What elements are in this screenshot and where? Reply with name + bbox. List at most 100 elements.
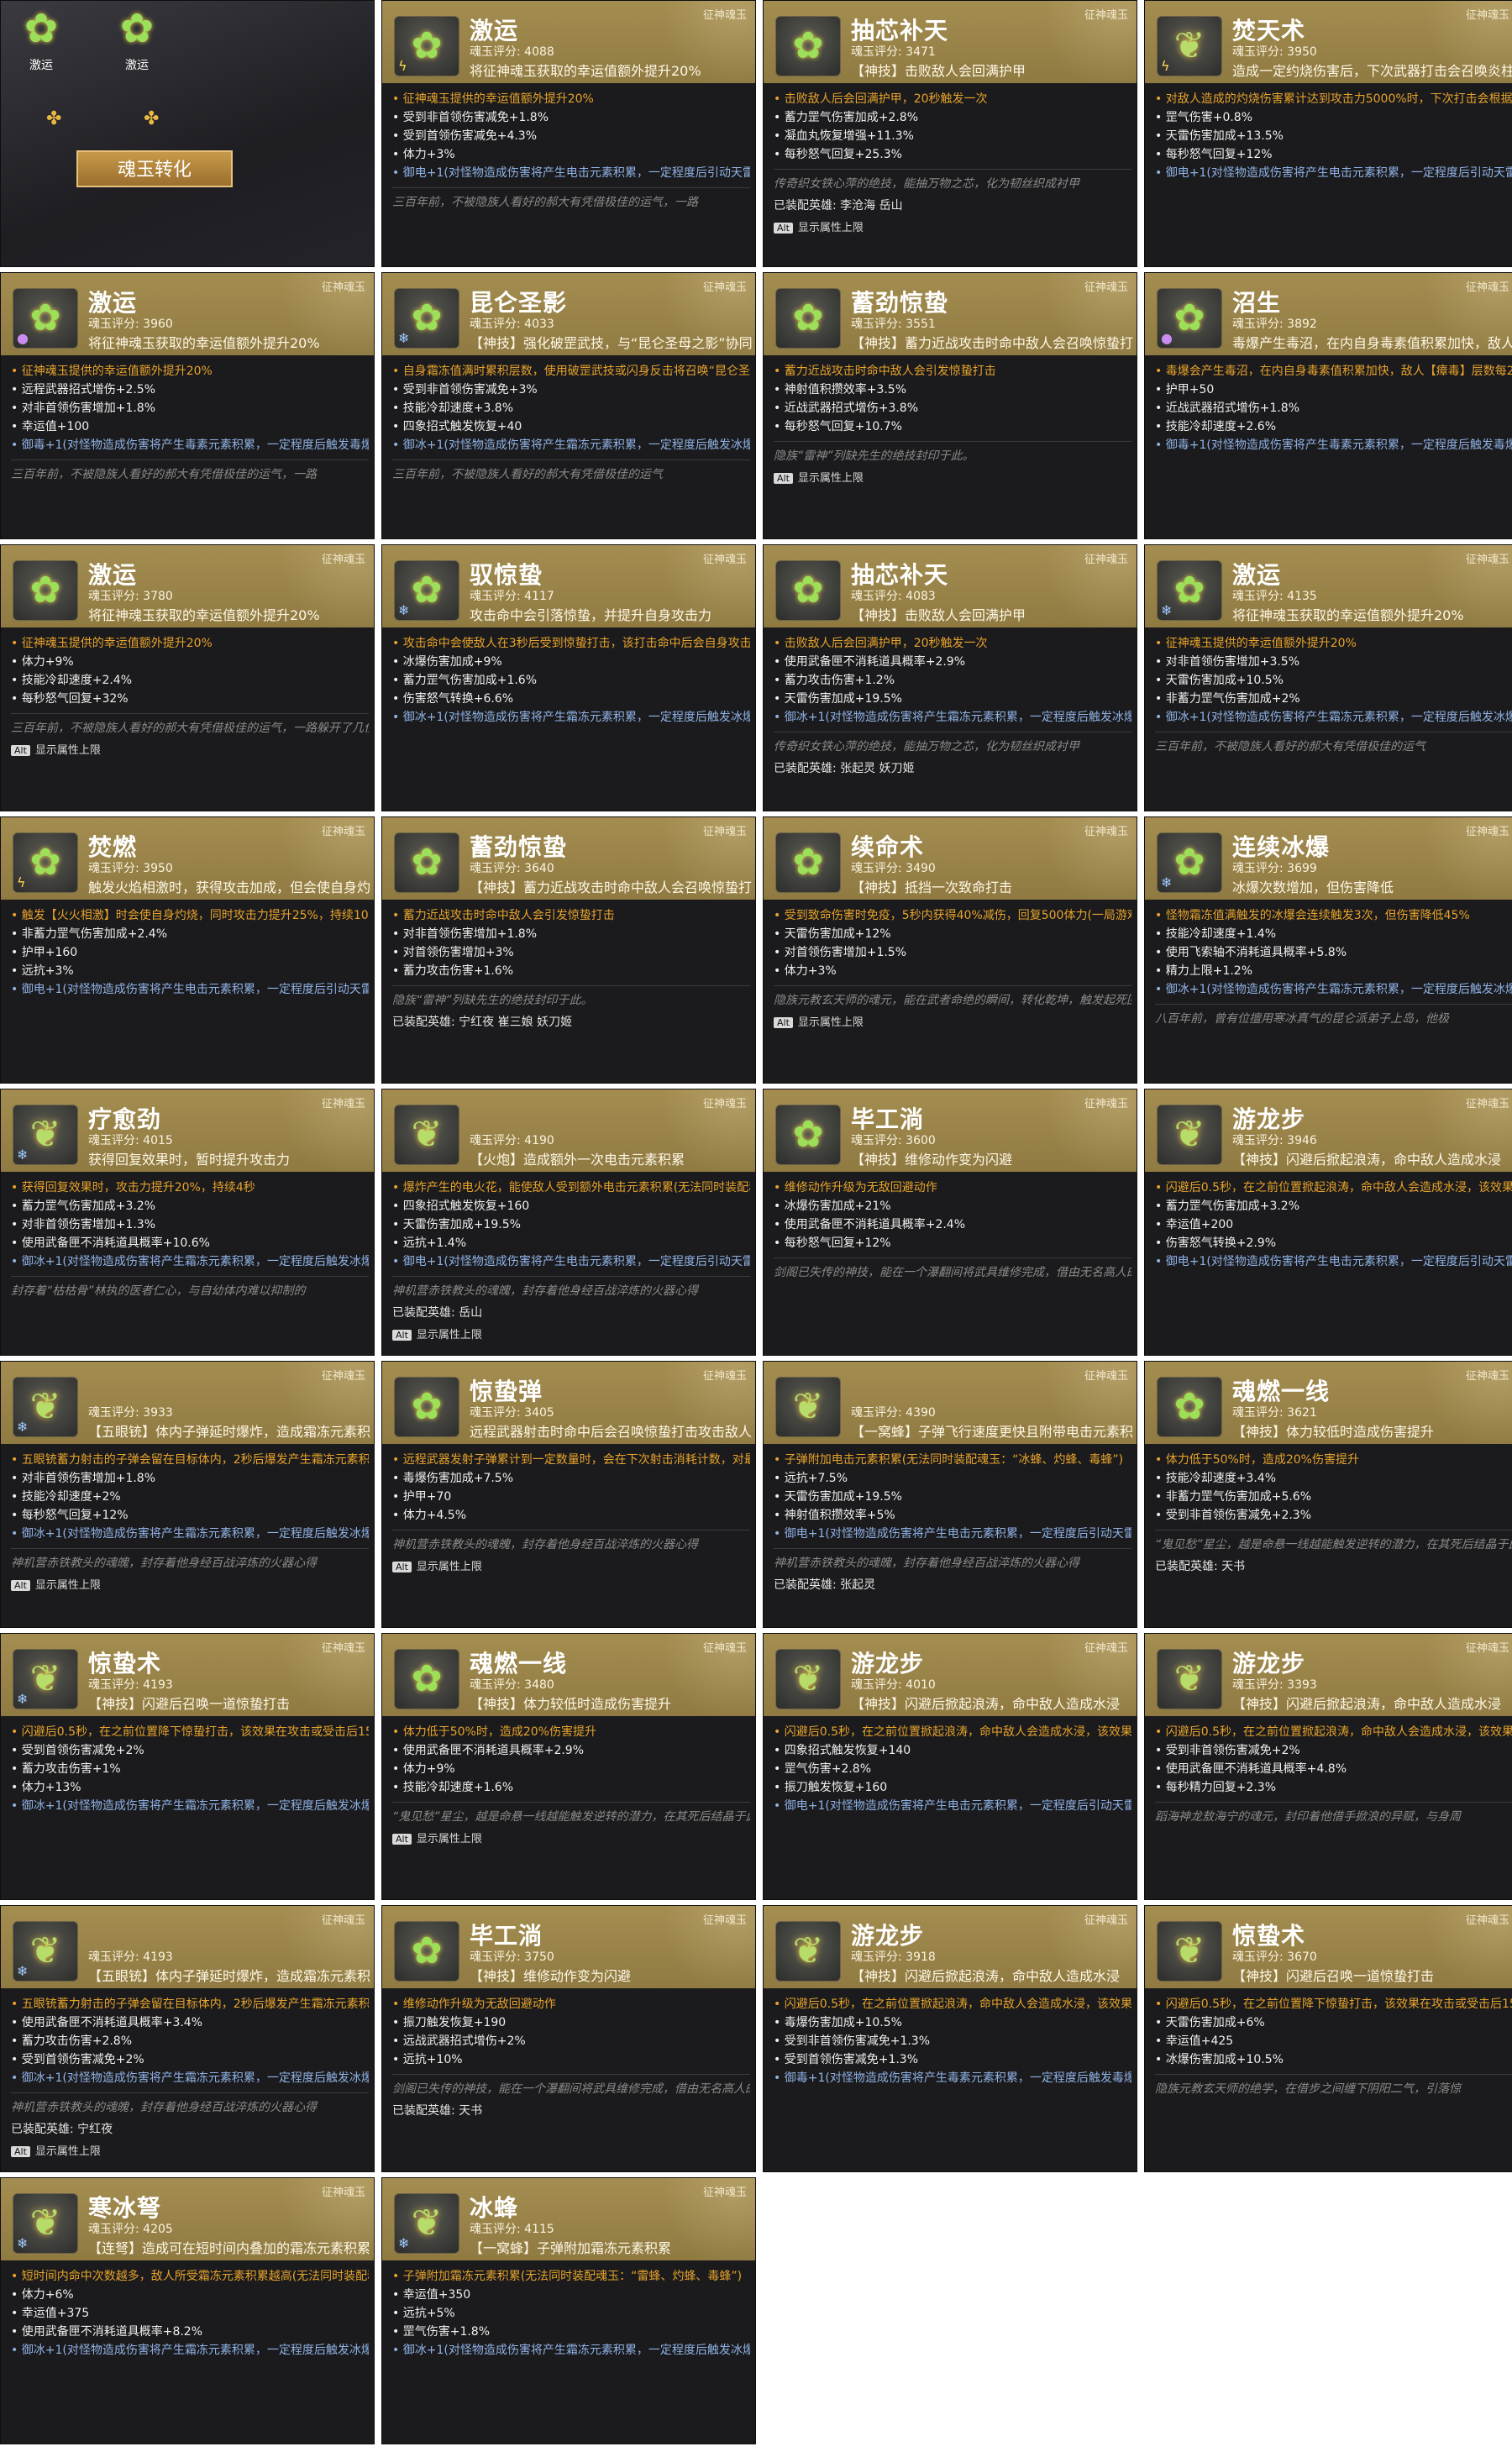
card-type-tag: 征神魂玉 xyxy=(321,1642,365,1655)
lore-text: 传奇织女铁心萍的绝技，能抽万物之芯，化为韧丝织成衬甲 xyxy=(774,732,1131,756)
stat-line: 对非首领伤害增加+1.8% xyxy=(11,399,369,417)
card-title: 抽芯补天 xyxy=(851,561,949,589)
stat-line: 对首领伤害增加+1.5% xyxy=(774,943,1131,962)
show-attribute-limit-hint[interactable]: Alt 显示属性上限 xyxy=(774,1013,1131,1029)
effect-line: 自身霜冻值满时累积层数，使用破罡武技或闪身反击将召唤“昆仑圣母之影”协同攻击并消… xyxy=(392,362,750,381)
soul-jade-card[interactable]: 征神魂玉 ❦❄ 惊蛰术魂玉评分: 4193 【神技】闪避后召唤一道惊蛰打击闪避后0.5… xyxy=(0,1633,375,1900)
card-skill-summary: 【连弩】造成可在短时间内叠加的霜冻元素积累 xyxy=(88,2240,370,2256)
card-score: 魂玉评分: 3640 xyxy=(470,862,554,875)
soul-jade-card[interactable]: 征神魂玉 ❦❄ 疗愈劲魂玉评分: 4015 获得回复效果时，暂时提升攻击力获得回复效果… xyxy=(0,1089,375,1356)
soul-jade-card[interactable]: 征神魂玉✿●激运魂玉评分: 3960将征神魂玉获取的幸运值额外提升20%征神魂玉… xyxy=(0,272,375,539)
stat-line: 远抗+10% xyxy=(392,2050,750,2069)
soul-jade-card[interactable]: 征神魂玉 ✿ 蓄劲惊蛰 魂玉评分: 3551 【神技】蓄力近战攻击时命中敌人会召唤惊蛰打… xyxy=(763,272,1137,539)
lore-text: 隐族“雷神”列缺先生的绝技封印于此。 xyxy=(774,441,1131,465)
card-score: 魂玉评分: 3960 xyxy=(88,318,173,331)
effect-line: 击败敌人后会回满护甲，20秒触发一次 xyxy=(774,90,1131,108)
soul-jade-icon-frame: ❦ ❄ xyxy=(13,2193,78,2254)
soul-jade-icon: ✿ xyxy=(29,841,61,884)
soul-jade-card[interactable]: 征神魂玉 ✿ 蓄劲惊蛰 魂玉评分: 3640 【神技】蓄力近战攻击时命中敌人会召唤惊蛰打… xyxy=(381,816,756,1084)
soul-jade-card[interactable]: 征神魂玉 ✿● 沼生魂玉评分: 3892 毒爆产生毒沼，在内自身毒素值积累加快，敌人【… xyxy=(1144,272,1512,539)
card-body: 受到致命伤害时免疫，5秒内获得40%减伤，回复500体力(一局游戏仅生效一次)天… xyxy=(774,906,1131,1079)
show-attribute-limit-hint[interactable]: Alt 显示属性上限 xyxy=(392,1326,750,1341)
show-attribute-limit-hint[interactable]: Alt 显示属性上限 xyxy=(11,1576,369,1592)
soul-jade-card[interactable]: 征神魂玉 ❦❄ 魂玉评分: 4193 【五眼铳】体内子弹延时爆炸，造成霜冻元素积累五眼… xyxy=(0,1905,375,2172)
soul-jade-card[interactable]: 征神魂玉 ✿ 抽芯补天魂玉评分: 4083 【神技】击败敌人会回满护甲击败敌人后会回满… xyxy=(763,544,1137,811)
show-attribute-limit-hint[interactable]: Alt 显示属性上限 xyxy=(774,469,1131,485)
card-body: 体力低于50%时，造成20%伤害提升使用武备匣不消耗道具概率+2.9%体力+9%… xyxy=(392,1723,750,1896)
soul-jade-card[interactable]: 征神魂玉 ✿ ❄ 昆仑圣影 魂玉评分: 4033 【神技】强化破罡武技，与“昆仑圣母之影”… xyxy=(381,272,756,539)
soul-jade-card[interactable]: 征神魂玉 ❦ 游龙步魂玉评分: 3946 【神技】闪避后掀起浪涛，命中敌人造成水浸闪避… xyxy=(1144,1089,1512,1356)
stat-line: 对非首领伤害增加+1.8% xyxy=(392,925,750,943)
soul-jade-card[interactable]: 征神魂玉 ✿ 魂燃一线魂玉评分: 3480 【神技】体力较低时造成伤害提升体力低于50… xyxy=(381,1633,756,1900)
soul-jade-card[interactable]: 征神魂玉 ❦ 游龙步魂玉评分: 4010 【神技】闪避后掀起浪涛，命中敌人造成水浸闪避… xyxy=(763,1633,1137,1900)
show-attribute-limit-hint[interactable]: Alt 显示属性上限 xyxy=(11,741,369,757)
soul-jade-convert-button[interactable]: 魂玉转化 xyxy=(76,150,233,187)
card-skill-summary: 【神技】蓄力近战攻击时命中敌人会召唤惊蛰打击 xyxy=(851,335,1133,351)
stat-line: 技能冷却速度+3.4% xyxy=(1155,1469,1512,1488)
soul-jade-card[interactable]: 征神魂玉✿❄激运魂玉评分: 4135将征神魂玉获取的幸运值额外提升20%征神魂玉… xyxy=(1144,544,1512,811)
soul-jade-card[interactable]: 征神魂玉 ❦ 惊蛰术魂玉评分: 3670 【神技】闪避后召唤一道惊蛰打击闪避后0.5秒… xyxy=(1144,1905,1512,2172)
soul-jade-card[interactable]: 征神魂玉 ✿ 毕工淌魂玉评分: 3750 【神技】维修动作变为闪避维修动作升级为无敌回… xyxy=(381,1905,756,2172)
card-header: 征神魂玉 ❦ 游龙步 魂玉评分: 4010 【神技】闪避后掀起浪涛，命中敌人造成水浸 xyxy=(764,1634,1137,1716)
soul-jade-card[interactable]: 征神魂玉 ✿❄ 连续冰爆魂玉评分: 3699 冰爆次数增加，但伤害降低怪物霜冻值满触发… xyxy=(1144,816,1512,1084)
inventory-slot[interactable]: ✿ 激运 xyxy=(4,1,78,73)
card-title: 蓄劲惊蛰 xyxy=(470,833,568,861)
show-attribute-limit-hint[interactable]: Alt 显示属性上限 xyxy=(392,1830,750,1845)
soul-jade-icon: ❦ xyxy=(411,1113,443,1156)
hint-text: 显示属性上限 xyxy=(416,1833,482,1845)
slot-label: 激运 xyxy=(29,59,53,72)
soul-jade-card[interactable]: 征神魂玉 ✿ ϟ 焚燃 魂玉评分: 3950 触发火焰相激时，获得攻击加成，但会使自身灼烧… xyxy=(0,816,375,1084)
effect-line: 受到致命伤害时免疫，5秒内获得40%减伤，回复500体力(一局游戏仅生效一次) xyxy=(774,906,1131,925)
hint-text: 显示属性上限 xyxy=(416,1561,482,1573)
card-score: 魂玉评分: 3950 xyxy=(88,862,173,875)
stat-line: 对非首领伤害增加+1.3% xyxy=(11,1215,369,1234)
soul-jade-card[interactable]: 征神魂玉 ❦❄ 冰蜂魂玉评分: 4115 【一窝蜂】子弹附加霜冻元素积累子弹附加霜冻元… xyxy=(381,2177,756,2444)
card-skill-summary: 触发火焰相激时，获得攻击加成，但会使自身灼烧 xyxy=(88,879,370,895)
stat-line: 受到非首领伤害减免+1.3% xyxy=(774,2032,1131,2050)
card-body: 触发【火火相激】时会使自身灼烧，同时攻击力提升25%，持续10秒非蓄力罡气伤害加… xyxy=(11,906,369,1079)
soul-jade-icon-frame: ✿ xyxy=(775,1105,841,1165)
stat-line: 每秒怒气回复+12% xyxy=(1155,145,1512,164)
soul-jade-card[interactable]: 征神魂玉 ❦ ❄ 寒冰弩 魂玉评分: 4205 【连弩】造成可在短时间内叠加的霜冻元素积累… xyxy=(0,2177,375,2444)
soul-jade-card[interactable]: 征神魂玉 ✿ 惊蛰弹魂玉评分: 3405 远程武器射击时命中后会召唤惊蛰打击攻击敌人远… xyxy=(381,1361,756,1628)
soul-jade-card[interactable]: 征神魂玉 ✿❄ 驭惊蛰魂玉评分: 4117 攻击命中会引落惊蛰，并提升自身攻击力攻击命… xyxy=(381,544,756,811)
card-body: 毒爆会产生毒沼，在内自身毒素值积累加快，敌人【瘴毒】层数每2秒增加1层，持续4秒… xyxy=(1155,362,1512,535)
soul-jade-card[interactable]: 征神魂玉 ❦ 游龙步魂玉评分: 3918 【神技】闪避后掀起浪涛，命中敌人造成水浸闪避… xyxy=(763,1905,1137,2172)
card-skill-summary: 【一窝蜂】子弹附加霜冻元素积累 xyxy=(470,2240,672,2256)
soul-jade-card[interactable]: 征神魂玉 ✿ 激运魂玉评分: 3780 将征神魂玉获取的幸运值额外提升20% 征神魂玉提… xyxy=(0,544,375,811)
card-score: 魂玉评分: 4135 xyxy=(1232,590,1317,603)
ice-element-icon: ❄ xyxy=(398,330,410,346)
slot-label: 激运 xyxy=(125,59,149,72)
soul-jade-card[interactable]: 征神魂玉 ❦ 游龙步魂玉评分: 3393 【神技】闪避后掀起浪涛，命中敌人造成水浸闪避… xyxy=(1144,1633,1512,1900)
card-header: 征神魂玉 ✿ ❄ 激运 魂玉评分: 4135 将征神魂玉获取的幸运值额外提升20% xyxy=(1145,545,1512,627)
effect-line: 子弹附加霜冻元素积累(无法同时装配魂玉：“雷蜂、灼蜂、毒蜂”) xyxy=(392,2267,750,2286)
stat-line: 天雷伤害加成+10.5% xyxy=(1155,671,1512,690)
show-attribute-limit-hint[interactable]: Alt 显示属性上限 xyxy=(392,1557,750,1573)
stat-line: 天雷伤害加成+13.5% xyxy=(1155,127,1512,145)
inventory-slot[interactable]: ✿ 激运 xyxy=(100,1,174,73)
soul-jade-card[interactable]: 征神魂玉 ❦ 魂玉评分: 4390 【一窝蜂】子弹飞行速度更快且附带电击元素积累子弹附… xyxy=(763,1361,1137,1628)
lore-text: 剑阁已失传的神技，能在一个瀑翻间将武具维修完成，借由无名高人的魂魄留存下来 xyxy=(392,2074,750,2098)
show-attribute-limit-hint[interactable]: Alt 显示属性上限 xyxy=(774,218,1131,234)
soul-jade-card[interactable]: 征神魂玉 ✿ 毕工淌魂玉评分: 3600 【神技】维修动作变为闪避维修动作升级为无敌回… xyxy=(763,1089,1137,1356)
soul-jade-card[interactable]: 征神魂玉✿ϟ激运魂玉评分: 4088将征神魂玉获取的幸运值额外提升20%征神魂玉… xyxy=(381,0,756,267)
card-skill-summary: 将征神魂玉获取的幸运值额外提升20% xyxy=(88,607,320,623)
alt-key-icon: Alt xyxy=(11,1580,30,1591)
soul-jade-card[interactable]: 征神魂玉 ✿ 抽芯补天魂玉评分: 3471 【神技】击败敌人会回满护甲击败敌人后会回满… xyxy=(763,0,1137,267)
soul-jade-card[interactable]: 征神魂玉 ❦ ϟ 焚天术 魂玉评分: 3950 造成一定约烧伤害后，下次武器打击会召唤炎柱… xyxy=(1144,0,1512,267)
soul-jade-icon: ✿ xyxy=(411,841,443,884)
stat-line: 幸运值+350 xyxy=(392,2286,750,2304)
soul-jade-card[interactable]: 征神魂玉 ❦❄ 魂玉评分: 3933 【五眼铳】体内子弹延时爆炸，造成霜冻元素积累五眼… xyxy=(0,1361,375,1628)
soul-jade-card[interactable]: 征神魂玉 ✿ 续命术魂玉评分: 3490 【神技】抵挡一次致命打击受到致命伤害时免疫，… xyxy=(763,816,1137,1084)
stat-line: 护甲+70 xyxy=(392,1488,750,1506)
soul-jade-card[interactable]: 征神魂玉 ✿ 魂燃一线魂玉评分: 3621 【神技】体力较低时造成伤害提升体力低于50… xyxy=(1144,1361,1512,1628)
soul-jade-icon: ❦ xyxy=(29,1929,61,1972)
card-type-tag: 征神魂玉 xyxy=(1465,281,1509,294)
soul-jade-card[interactable]: 征神魂玉 ❦ 魂玉评分: 4190 【火炮】造成额外一次电击元素积累爆炸产生的电火花，… xyxy=(381,1089,756,1356)
show-attribute-limit-hint[interactable]: Alt 显示属性上限 xyxy=(11,2142,369,2158)
lore-text: 三百年前，不被隐族人看好的郝大有凭借极佳的运气，一路 xyxy=(392,187,750,212)
stat-line: 使用武备匣不消耗道具概率+2.4% xyxy=(774,1215,1131,1234)
soul-jade-icon: ✿ xyxy=(792,1113,824,1156)
card-score: 魂玉评分: 3699 xyxy=(1232,862,1317,875)
card-score: 魂玉评分: 4205 xyxy=(88,2223,173,2236)
